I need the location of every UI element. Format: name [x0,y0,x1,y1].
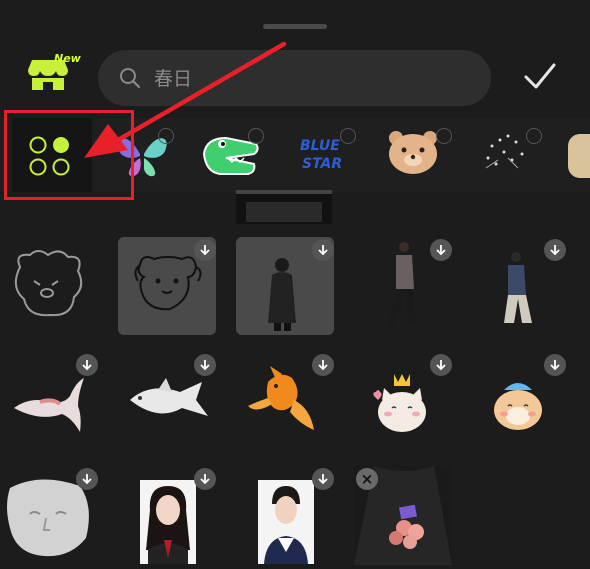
download-button[interactable] [544,239,566,261]
category-bear[interactable] [380,124,452,186]
download-button[interactable] [312,354,334,376]
confirm-check-icon[interactable] [522,60,558,92]
category-sparkle[interactable] [474,124,544,186]
download-button[interactable] [312,468,334,490]
download-arrow-icon [82,360,92,371]
category-partial-item[interactable] [568,134,590,178]
sticker-woman-portrait[interactable] [118,466,216,564]
sticker-white-fish[interactable] [118,352,216,450]
sticker-line-dog[interactable] [0,237,98,335]
sticker-panel: New 春日 BLUE STAR × [0,0,590,565]
category-blue-star[interactable]: BLUE STAR [286,124,356,186]
sticker-man-portrait[interactable] [236,466,334,564]
sticker-hat-cat[interactable] [472,352,570,450]
download-indicator-icon [248,128,264,144]
search-input[interactable] [152,50,476,108]
woman-portrait-sticker [146,486,190,564]
download-indicator-icon [158,128,174,144]
download-arrow-icon [318,474,328,485]
new-badge: New [54,52,81,65]
download-arrow-icon [318,245,328,256]
search-bar[interactable] [98,50,491,108]
sticker-walking-man[interactable] [354,237,452,335]
download-arrow-icon [318,360,328,371]
sticker-goldfish[interactable] [236,352,334,450]
annotation-highlight-box [4,110,134,200]
sticker-man-in-black-coat[interactable] [236,237,334,335]
svg-text:STAR: STAR [302,156,342,172]
download-button[interactable] [76,354,98,376]
category-crocodile[interactable] [196,124,266,186]
download-arrow-icon [200,360,210,371]
download-arrow-icon [200,474,210,485]
search-icon [120,68,141,89]
svg-text:BLUE: BLUE [300,138,340,154]
download-button[interactable] [544,354,566,376]
sticker-crown-cat[interactable] [354,352,452,450]
download-button[interactable] [194,468,216,490]
download-arrow-icon [550,245,560,256]
sticker-plaster-head[interactable] [0,466,98,564]
remove-sticker-button[interactable]: × [356,468,378,490]
film-strip-sticker-partial[interactable] [236,190,332,224]
download-arrow-icon [550,360,560,371]
download-indicator-icon [436,128,452,144]
download-arrow-icon [82,474,92,485]
download-arrow-icon [200,245,210,256]
download-button[interactable] [312,239,334,261]
download-button[interactable] [430,239,452,261]
line-dog-sticker [14,250,83,317]
sticker-walking-woman[interactable] [472,237,570,335]
sticker-flowers-photo[interactable]: × [354,466,452,565]
man-portrait-sticker [264,486,308,564]
download-button[interactable] [194,354,216,376]
download-button[interactable] [430,354,452,376]
download-indicator-icon [340,128,356,144]
download-button[interactable] [76,468,98,490]
download-arrow-icon [436,245,446,256]
sticker-koi-fish[interactable] [0,352,98,450]
drag-handle[interactable] [263,24,327,29]
download-button[interactable] [194,239,216,261]
download-indicator-icon [526,128,542,144]
sticker-doodle-dog[interactable] [118,237,216,335]
download-arrow-icon [436,360,446,371]
